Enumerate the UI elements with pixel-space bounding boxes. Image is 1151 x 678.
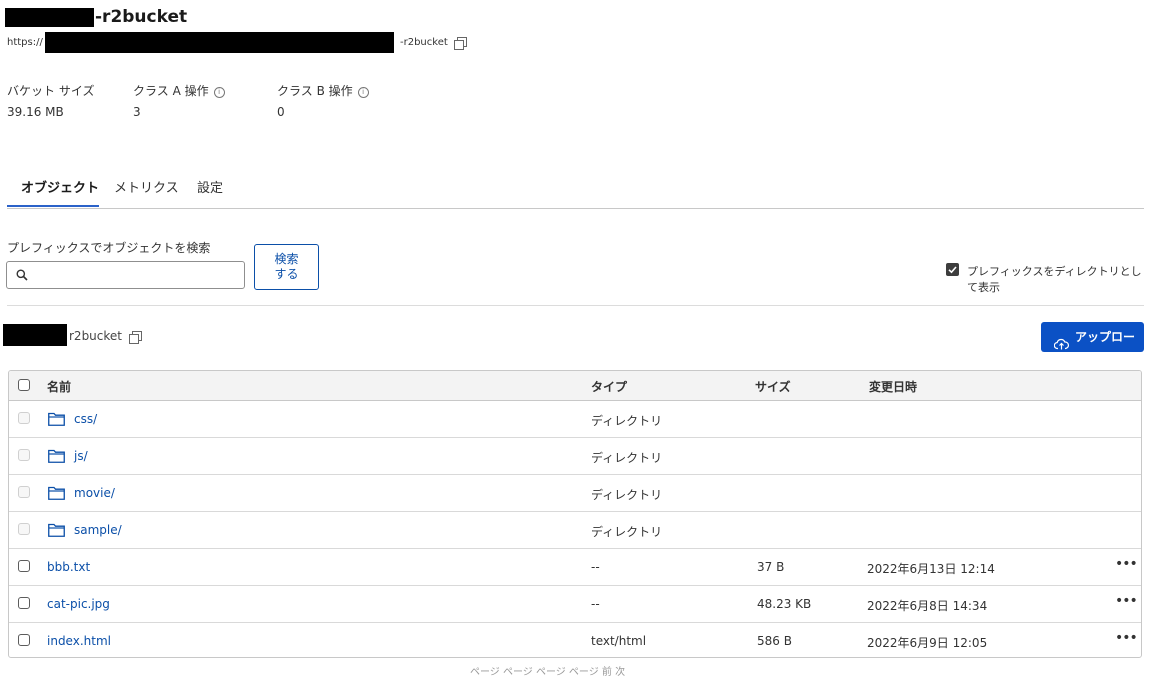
section-divider [7,305,1144,306]
folder-icon [48,486,65,503]
object-type: ディレクトリ [591,414,663,428]
table-row[interactable]: bbb.txt -- 37 B 2022年6月13日 12:14 ••• [9,549,1141,586]
copy-icon[interactable] [129,331,143,345]
object-modified: 2022年6月9日 12:05 [867,636,988,650]
copy-icon[interactable] [454,37,468,51]
object-type: text/html [591,634,647,648]
row-checkbox[interactable] [18,560,30,572]
row-checkbox [18,486,30,498]
more-actions-icon[interactable]: ••• [1115,593,1138,609]
table-row[interactable]: js/ ディレクトリ [9,438,1141,475]
row-checkbox[interactable] [18,634,30,646]
object-modified: 2022年6月8日 14:34 [867,599,988,613]
object-name-link[interactable]: css/ [74,412,97,426]
bucket-size-value: 39.16 MB [7,105,64,119]
object-name-link[interactable]: index.html [47,634,111,648]
upload-cloud-icon [1053,331,1069,361]
class-a-label: クラス A 操作 i [133,82,225,99]
row-checkbox [18,523,30,535]
object-name-link[interactable]: movie/ [74,486,115,500]
object-name-link[interactable]: js/ [74,449,88,463]
more-actions-icon[interactable]: ••• [1115,630,1138,646]
prefix-as-directory-checkbox[interactable] [946,263,959,276]
row-checkbox [18,449,30,461]
redacted-account-name [5,8,94,27]
more-actions-icon[interactable]: ••• [1115,556,1138,572]
table-row[interactable]: css/ ディレクトリ [9,401,1141,438]
table-row[interactable]: cat-pic.jpg -- 48.23 KB 2022年6月8日 14:34 … [9,586,1141,623]
tab-metrics[interactable]: メトリクス [114,177,179,196]
redacted-path-segment [3,324,67,346]
row-checkbox [18,412,30,424]
bucket-url-prefix: https:// [7,37,43,48]
bucket-url-suffix: -r2bucket [400,37,448,48]
column-header-type[interactable]: タイプ [591,378,627,395]
select-all-checkbox[interactable] [18,379,30,391]
search-field[interactable] [6,261,245,289]
column-header-modified[interactable]: 変更日時 [869,378,917,395]
search-input[interactable] [35,265,239,287]
upload-button[interactable]: アップロード [1041,322,1144,374]
object-size: 37 B [757,560,785,574]
object-type: ディレクトリ [591,451,663,465]
object-name-link[interactable]: bbb.txt [47,560,90,574]
search-button-line2: する [274,267,299,281]
folder-icon [48,449,65,466]
class-b-label: クラス B 操作 i [277,82,369,99]
folder-icon [48,412,65,429]
object-modified: 2022年6月13日 12:14 [867,562,995,576]
class-b-value: 0 [277,105,285,119]
object-type: -- [591,560,600,574]
column-header-name[interactable]: 名前 [47,378,71,395]
object-size: 48.23 KB [757,597,812,611]
row-checkbox[interactable] [18,597,30,609]
table-row[interactable]: sample/ ディレクトリ [9,512,1141,549]
class-a-value: 3 [133,105,141,119]
tab-objects[interactable]: オブジェクト [21,177,99,196]
info-icon[interactable]: i [357,87,369,98]
objects-table: 名前 タイプ サイズ 変更日時 css/ ディレクトリ js/ ディレクトリ m… [8,370,1142,658]
table-header: 名前 タイプ サイズ 変更日時 [9,371,1141,401]
tabs-divider [7,208,1144,209]
active-tab-indicator [7,205,99,207]
object-type: -- [591,597,600,611]
search-icon [16,269,28,284]
upload-label: アップロード [1075,330,1136,374]
tab-settings[interactable]: 設定 [197,177,223,196]
info-icon[interactable]: i [213,87,225,98]
object-size: 586 B [757,634,792,648]
bucket-size-label: バケット サイズ [7,84,95,98]
search-label: プレフィックスでオブジェクトを検索 [7,241,211,255]
object-type: ディレクトリ [591,488,663,502]
prefix-as-directory-label: プレフィックスをディレクトリとして表示 [967,265,1142,294]
folder-icon [48,523,65,540]
object-name-link[interactable]: sample/ [74,523,122,537]
bucket-title: -r2bucket [95,7,188,27]
column-header-size[interactable]: サイズ [755,378,791,395]
table-row[interactable]: index.html text/html 586 B 2022年6月9日 12:… [9,623,1141,657]
current-path: r2bucket [69,329,122,343]
table-row[interactable]: movie/ ディレクトリ [9,475,1141,512]
object-name-link[interactable]: cat-pic.jpg [47,597,110,611]
redacted-bucket-url [45,32,394,53]
object-type: ディレクトリ [591,525,663,539]
search-button-line1: 検索 [274,252,299,266]
search-button[interactable]: 検索 する [254,244,319,290]
